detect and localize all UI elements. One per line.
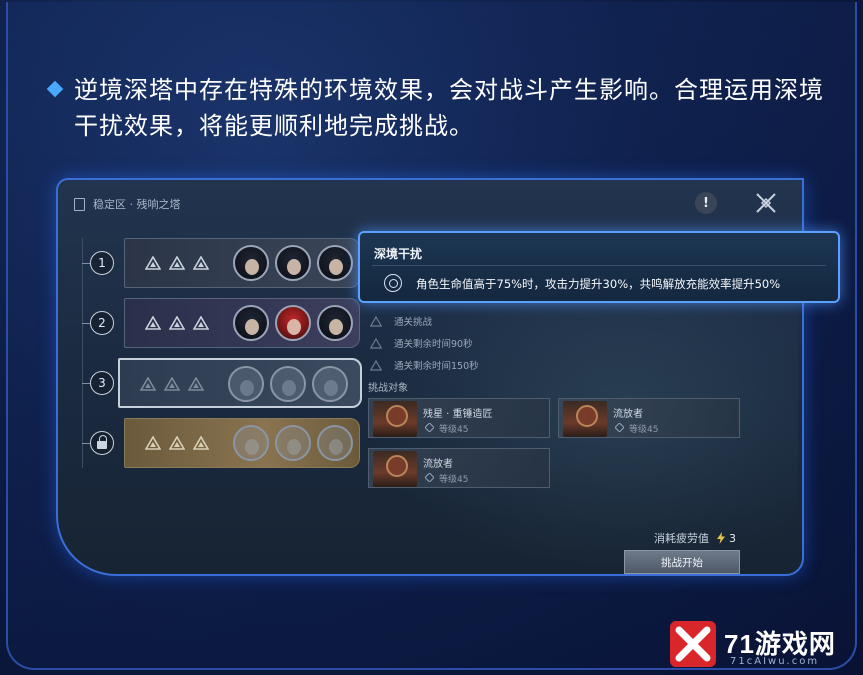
objective-item: 通关剩余时间150秒 (370, 354, 479, 376)
tooltip-effect: 角色生命值高于75%时，攻击力提升30%，共鸣解放充能效率提升50% (416, 277, 781, 291)
level-icon (425, 423, 434, 432)
enemy-card[interactable]: 残星 · 重锤造匠 等级45 (368, 398, 550, 438)
stamina-value: 3 (729, 531, 736, 545)
stamina-cost: 消耗疲劳值 3 (654, 530, 736, 546)
star-rating (145, 316, 209, 330)
avatar (275, 305, 311, 341)
empty-avatar-slot (228, 366, 264, 402)
triangle-star-icon (169, 316, 185, 330)
document-icon (74, 197, 85, 211)
avatar (317, 245, 353, 281)
breadcrumb-bar: 稳定区 · 残响之塔 (74, 194, 181, 214)
tooltip-title: 深境干扰 (374, 247, 423, 261)
triangle-star-icon (169, 436, 185, 450)
team-avatars (233, 245, 353, 281)
floor-card-locked[interactable] (124, 418, 360, 468)
triangle-star-icon (193, 316, 209, 330)
avatar (233, 305, 269, 341)
enemy-portrait (373, 451, 417, 487)
floor-card[interactable] (124, 298, 360, 348)
triangle-star-icon (188, 377, 204, 391)
start-challenge-button[interactable]: 挑战开始 (624, 550, 740, 574)
floor-tick (82, 323, 90, 324)
triangle-star-icon (164, 377, 180, 391)
watermark-url: 71cAIwu.com (730, 656, 820, 667)
objective-text: 通关剩余时间150秒 (394, 361, 479, 372)
stamina-label: 消耗疲劳值 (654, 532, 709, 545)
enemy-portrait (563, 401, 607, 437)
lock-icon (97, 435, 107, 449)
empty-avatar-slot (233, 425, 269, 461)
floor-number: 1 (90, 251, 114, 275)
team-avatars (233, 425, 353, 461)
enemy-card[interactable]: 流放者 等级45 (558, 398, 740, 438)
objectives-list: 通关挑战 通关剩余时间90秒 通关剩余时间150秒 (370, 310, 479, 376)
floor-lock-badge (90, 431, 114, 455)
floor-number: 2 (90, 311, 114, 335)
close-icon[interactable] (753, 190, 779, 216)
star-rating (145, 436, 209, 450)
objective-item: 通关挑战 (370, 310, 479, 332)
triangle-star-icon (169, 256, 185, 270)
floor-card[interactable] (124, 238, 360, 288)
intro-text: 逆境深塔中存在特殊的环境效果，会对战斗产生影响。合理运用深境干扰效果，将能更顺利… (74, 76, 824, 140)
star-rating (140, 377, 204, 391)
watermark-logo-icon (670, 621, 716, 667)
lightning-icon (717, 532, 725, 544)
triangle-star-icon (370, 337, 382, 349)
floor-tick (82, 443, 90, 444)
objective-item: 通关剩余时间90秒 (370, 332, 479, 354)
enemy-name: 流放者 (423, 459, 453, 470)
enemy-name: 流放者 (613, 409, 643, 420)
interference-tooltip: 深境干扰 角色生命值高于75%时，攻击力提升30%，共鸣解放充能效率提升50% (358, 231, 840, 303)
enemy-level: 等级45 (439, 425, 469, 435)
triangle-star-icon (370, 359, 382, 371)
empty-avatar-slot (312, 366, 348, 402)
triangle-star-icon (193, 256, 209, 270)
bullet-diamond-icon (46, 80, 64, 98)
challenge-heading: 挑战对象 (368, 383, 408, 394)
enemy-level: 等级45 (439, 475, 469, 485)
floor-tick (82, 383, 90, 384)
avatar (233, 245, 269, 281)
breadcrumb: 稳定区 · 残响之塔 (93, 198, 181, 211)
avatar (317, 305, 353, 341)
triangle-star-icon (193, 436, 209, 450)
objective-text: 通关剩余时间90秒 (394, 339, 473, 350)
level-icon (615, 423, 624, 432)
target-icon (384, 274, 402, 292)
enemy-level: 等级45 (629, 425, 659, 435)
triangle-star-icon (370, 315, 382, 327)
empty-avatar-slot (317, 425, 353, 461)
floor-track (82, 238, 83, 468)
divider (372, 265, 826, 266)
team-avatars (228, 366, 348, 402)
avatar (275, 245, 311, 281)
enemy-name: 残星 · 重锤造匠 (423, 409, 493, 420)
triangle-star-icon (145, 256, 161, 270)
empty-avatar-slot (275, 425, 311, 461)
triangle-star-icon (145, 436, 161, 450)
info-button[interactable]: ! (695, 192, 717, 214)
level-icon (425, 473, 434, 482)
empty-avatar-slot (270, 366, 306, 402)
floor-tick (82, 263, 90, 264)
floor-number: 3 (90, 371, 114, 395)
triangle-star-icon (145, 316, 161, 330)
objective-text: 通关挑战 (394, 317, 433, 328)
team-avatars (233, 305, 353, 341)
enemy-portrait (373, 401, 417, 437)
floor-card-selected[interactable] (118, 358, 362, 408)
triangle-star-icon (140, 377, 156, 391)
enemy-card[interactable]: 流放者 等级45 (368, 448, 550, 488)
star-rating (145, 256, 209, 270)
